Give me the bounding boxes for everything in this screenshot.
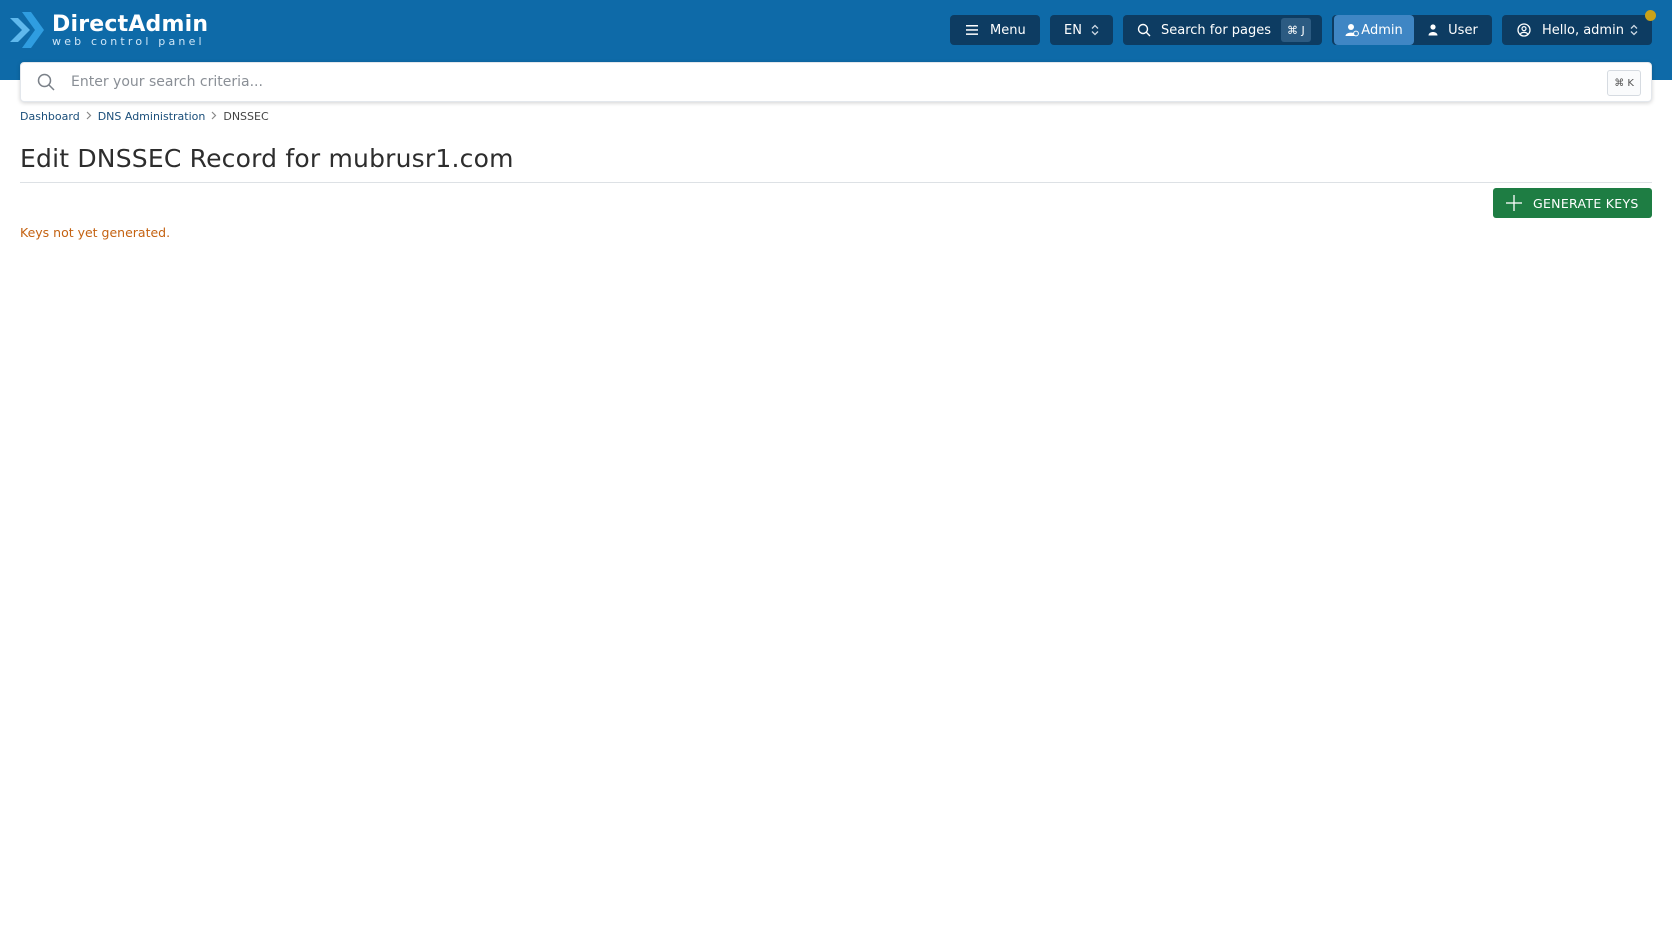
page-title: Edit DNSSEC Record for mubrusr1.com bbox=[20, 144, 514, 173]
user-circle-icon bbox=[1516, 22, 1532, 38]
user-icon bbox=[1428, 24, 1438, 36]
menu-button[interactable]: Menu bbox=[950, 15, 1040, 45]
chevron-updown-icon bbox=[1091, 24, 1099, 37]
search-pages-button[interactable]: Search for pages ⌘ J bbox=[1123, 15, 1322, 45]
generate-keys-label: GENERATE KEYS bbox=[1533, 195, 1639, 211]
keys-status-message: Keys not yet generated. bbox=[20, 225, 171, 240]
brand-tagline: web control panel bbox=[52, 34, 205, 48]
directadmin-logo[interactable]: DirectAdmin web control panel bbox=[10, 9, 208, 51]
breadcrumb-dashboard[interactable]: Dashboard bbox=[20, 110, 80, 123]
brand-name: DirectAdmin bbox=[52, 11, 209, 37]
menu-label: Menu bbox=[990, 22, 1026, 38]
title-divider bbox=[20, 182, 1652, 183]
breadcrumb-dnssec: DNSSEC bbox=[223, 110, 269, 123]
language-select[interactable]: EN bbox=[1050, 15, 1113, 45]
language-label: EN bbox=[1064, 22, 1082, 38]
plus-icon bbox=[1505, 194, 1523, 212]
directadmin-chevron-icon bbox=[10, 12, 44, 48]
mode-switcher: Admin User bbox=[1332, 15, 1492, 45]
search-icon bbox=[1137, 22, 1151, 38]
global-search-input[interactable] bbox=[71, 69, 1571, 95]
chevron-right-icon bbox=[211, 111, 217, 123]
greeting-label: Hello, admin bbox=[1542, 22, 1624, 38]
admin-mode-button[interactable]: Admin bbox=[1334, 15, 1414, 45]
account-menu-button[interactable]: Hello, admin bbox=[1502, 15, 1652, 45]
generate-keys-button[interactable]: GENERATE KEYS bbox=[1493, 188, 1652, 218]
admin-user-icon bbox=[1345, 23, 1360, 37]
hamburger-icon bbox=[964, 22, 980, 38]
chevron-updown-icon bbox=[1630, 24, 1638, 37]
chevron-right-icon bbox=[86, 111, 92, 123]
global-search-bar: ⌘ K bbox=[20, 62, 1652, 102]
search-icon bbox=[37, 73, 55, 95]
search-pages-shortcut: ⌘ J bbox=[1281, 18, 1311, 42]
search-pages-label: Search for pages bbox=[1161, 22, 1272, 38]
breadcrumb-dns-administration[interactable]: DNS Administration bbox=[98, 110, 206, 123]
notification-dot bbox=[1645, 10, 1656, 21]
admin-mode-label: Admin bbox=[1361, 22, 1403, 38]
user-mode-label: User bbox=[1448, 22, 1478, 38]
user-mode-button[interactable]: User bbox=[1416, 15, 1490, 45]
breadcrumb: Dashboard DNS Administration DNSSEC bbox=[20, 110, 269, 123]
search-shortcut-hint: ⌘ K bbox=[1607, 70, 1641, 96]
